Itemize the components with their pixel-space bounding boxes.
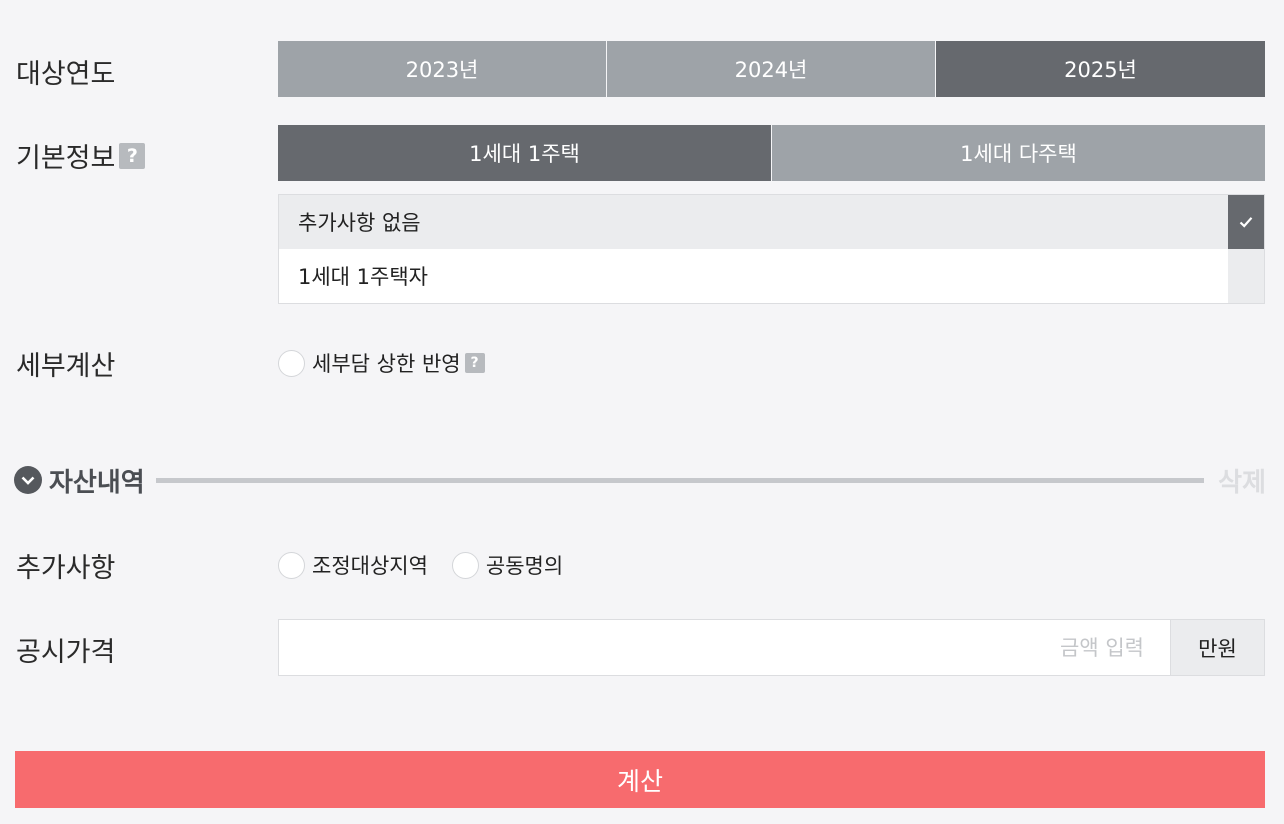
house-type-selector: 1세대 1주택 1세대 다주택 [278, 125, 1265, 181]
help-icon[interactable]: ? [119, 142, 146, 169]
adjusted-area-label: 조정대상지역 [312, 554, 428, 578]
detail-calc-label: 세부계산 [16, 351, 116, 382]
basic-info-row-label: 기본정보 ? [16, 136, 146, 175]
assets-section-header: 자산내역 삭제 [14, 458, 1266, 502]
year-selector: 2023년 2024년 2025년 [278, 41, 1265, 97]
price-input[interactable] [279, 620, 1170, 675]
help-icon[interactable]: ? [464, 353, 485, 373]
year-option-2023[interactable]: 2023년 [278, 41, 606, 97]
tax-cap-radio-circle[interactable] [278, 349, 305, 377]
adjusted-area-checkbox[interactable]: 조정대상지역 [278, 550, 428, 580]
assets-title: 자산내역 [49, 467, 145, 498]
additional-options-list: 추가사항 없음 1세대 1주택자 [278, 194, 1265, 304]
tax-cap-label: 세부담 상한 반영 [312, 352, 461, 376]
price-field: 만원 [278, 619, 1265, 676]
extra-label: 추가사항 [16, 553, 116, 584]
basic-info-label: 기본정보 [16, 143, 116, 174]
calculate-button[interactable]: 계산 [15, 751, 1265, 808]
tax-cap-row: 세부담 상한 반영 ? [278, 348, 485, 378]
section-divider [155, 477, 1205, 483]
joint-ownership-radio-circle[interactable] [451, 551, 479, 579]
sub-option-single-owner[interactable]: 1세대 1주택자 [279, 249, 1229, 303]
year-option-2024[interactable]: 2024년 [607, 41, 935, 97]
delete-button[interactable]: 삭제 [1218, 462, 1266, 499]
adjusted-area-radio-circle[interactable] [278, 551, 305, 579]
joint-ownership-checkbox[interactable]: 공동명의 [451, 550, 564, 580]
year-option-2025[interactable]: 2025년 [936, 41, 1265, 97]
price-unit: 만원 [1170, 620, 1264, 675]
price-label: 공시가격 [16, 637, 116, 668]
joint-ownership-label: 공동명의 [485, 554, 564, 578]
sub-option-none[interactable]: 추가사항 없음 [279, 195, 1229, 249]
check-icon [1228, 195, 1264, 249]
year-label: 대상연도 [16, 59, 116, 90]
house-type-multi[interactable]: 1세대 다주택 [772, 125, 1265, 181]
extra-options: 조정대상지역 공동명의 [278, 550, 563, 580]
chevron-down-icon[interactable] [14, 466, 42, 494]
tax-cap-checkbox[interactable]: 세부담 상한 반영 [278, 348, 461, 378]
house-type-single[interactable]: 1세대 1주택 [278, 125, 771, 181]
